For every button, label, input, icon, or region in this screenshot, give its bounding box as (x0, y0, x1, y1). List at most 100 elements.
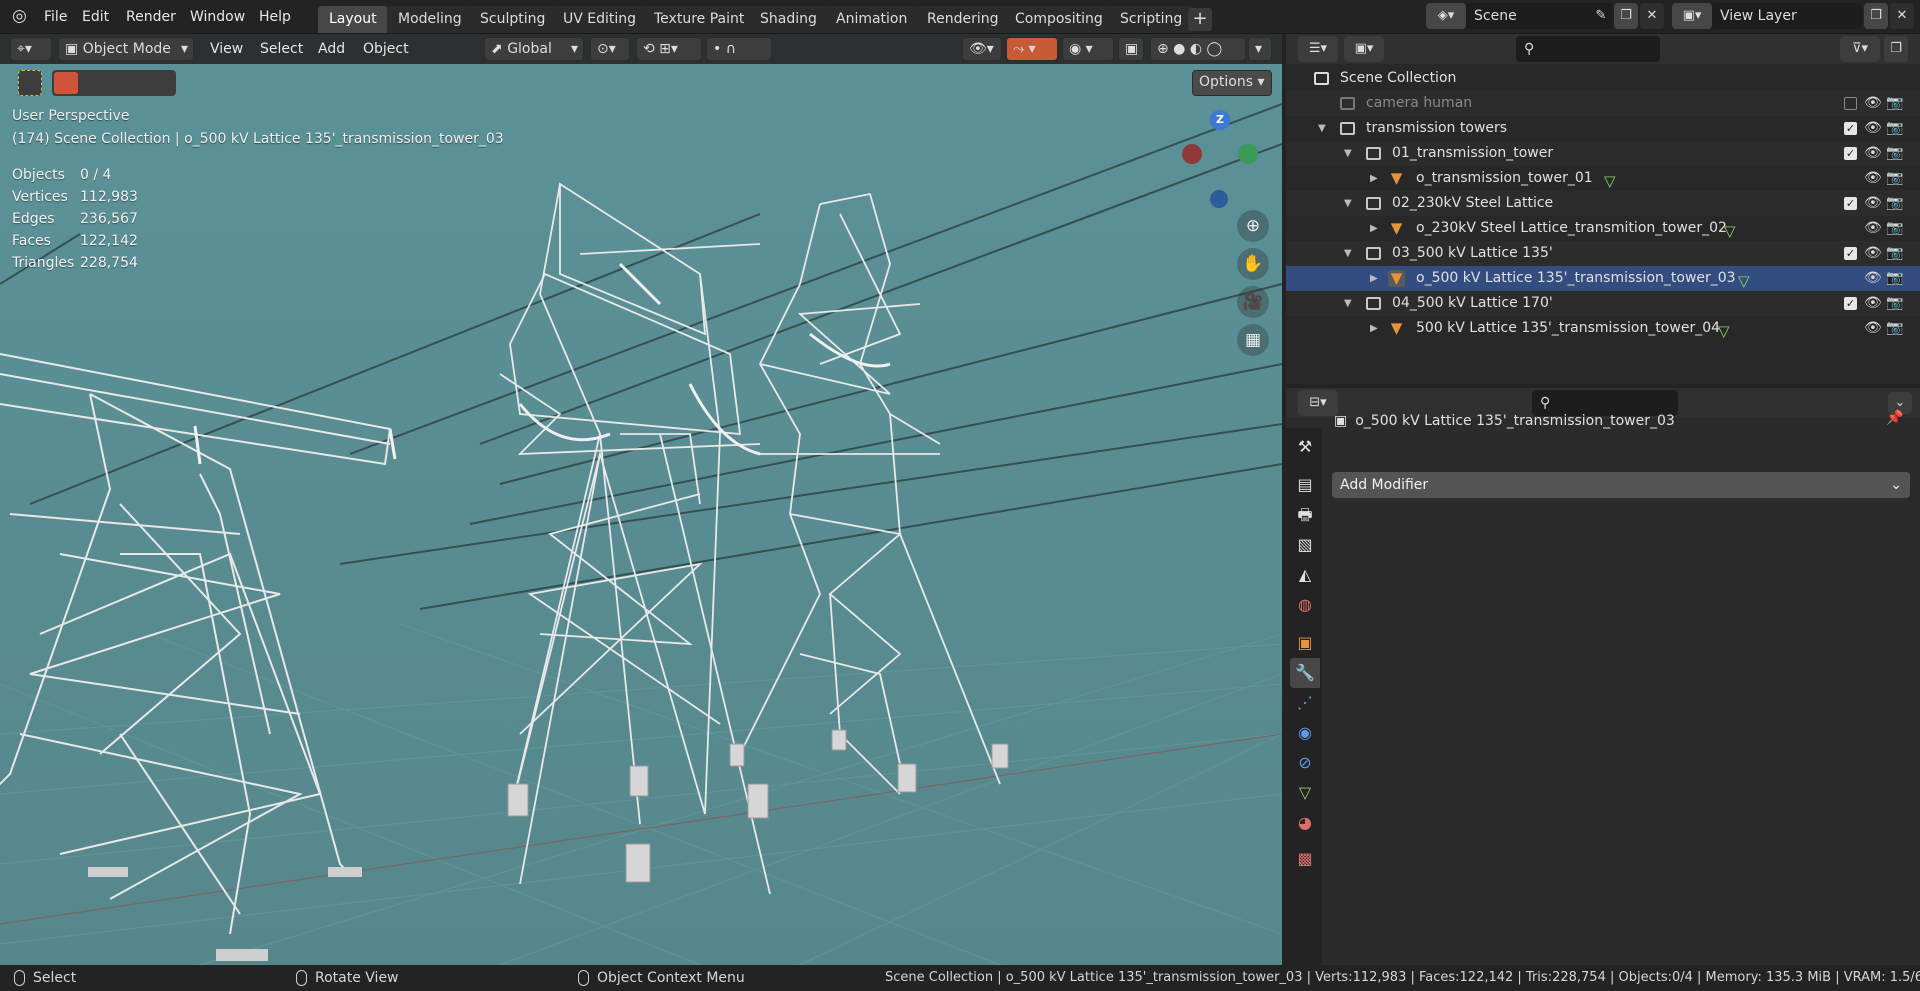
pan-hand-icon[interactable]: ✋ (1237, 248, 1269, 280)
render-camera-icon[interactable]: 📷 (1886, 191, 1903, 216)
expand-arrow-icon[interactable]: ▶ (1370, 166, 1378, 191)
tab-scripting[interactable]: Scripting (1109, 6, 1194, 33)
gizmo-neg-x-axis[interactable] (1182, 144, 1202, 164)
render-camera-icon[interactable]: 📷 (1886, 241, 1903, 266)
gizmo-neg-z-axis[interactable] (1210, 190, 1228, 208)
display-mode-button[interactable]: ▣▾ (1344, 36, 1384, 62)
render-camera-icon[interactable]: 📷 (1886, 141, 1903, 166)
transform-orientation-dropdown[interactable]: ⬈ Global ▾ (484, 37, 584, 61)
tab-animation[interactable]: Animation (825, 6, 919, 33)
constraints-tab[interactable]: ⊘ (1290, 748, 1320, 778)
eye-icon[interactable]: 👁 (1864, 216, 1882, 241)
scene-browse-icon[interactable]: ◈▾ (1426, 3, 1466, 29)
blender-logo-icon[interactable]: ◎ (12, 6, 34, 26)
editor-type-button[interactable]: ⌖▾ (10, 37, 52, 61)
select-tool-icon[interactable] (18, 70, 42, 96)
menu-add[interactable]: Add (318, 37, 345, 61)
view-layer-browse-icon[interactable]: ▣▾ (1672, 3, 1712, 29)
snap-button[interactable]: ⟲ ⊞▾ (636, 37, 702, 61)
menu-edit[interactable]: Edit (82, 6, 109, 28)
options-button[interactable]: Options ▾ (1192, 70, 1272, 96)
scene-tab[interactable]: ◭ (1290, 560, 1320, 590)
expand-arrow-icon[interactable]: ▶ (1370, 216, 1378, 241)
delete-scene-icon[interactable]: ✕ (1640, 3, 1664, 29)
render-camera-icon[interactable]: 📷 (1886, 166, 1903, 191)
outliner-search-input[interactable]: ⚲ (1516, 36, 1660, 62)
eye-icon[interactable]: 👁 (1864, 191, 1882, 216)
expand-arrow-icon[interactable]: ▼ (1344, 141, 1352, 166)
new-view-layer-icon[interactable]: ❐ (1864, 3, 1888, 29)
select-mode-buttons[interactable] (52, 70, 176, 96)
texture-tab[interactable]: ▩ (1290, 844, 1320, 874)
tab-texture-paint[interactable]: Texture Paint (643, 6, 756, 33)
tool-tab[interactable]: ⚒ (1290, 432, 1320, 462)
world-tab[interactable]: ◍ (1290, 590, 1320, 620)
add-workspace-button[interactable]: + (1188, 8, 1212, 31)
eye-icon[interactable]: 👁 (1864, 266, 1882, 291)
camera-view-icon[interactable]: 🎥 (1237, 286, 1269, 318)
outliner-row-object-02[interactable]: ▶ ▼ o_230kV Steel Lattice_transmition_to… (1286, 216, 1920, 241)
menu-help[interactable]: Help (259, 6, 291, 28)
outliner-row-collection-04[interactable]: ▼ 04_500 kV Lattice 170' ✓ 👁 📷 (1286, 291, 1920, 316)
editor-type-button[interactable]: ⊟▾ (1298, 390, 1338, 416)
pivot-point-button[interactable]: ⊙▾ (590, 37, 630, 61)
delete-view-layer-icon[interactable]: ✕ (1890, 3, 1914, 29)
menu-object[interactable]: Object (363, 37, 409, 61)
tab-sculpting[interactable]: Sculpting (469, 6, 557, 33)
data-tab[interactable]: ▽ (1290, 778, 1320, 808)
new-scene-icon[interactable]: ❐ (1614, 3, 1638, 29)
eye-icon[interactable]: 👁 (1864, 141, 1882, 166)
outliner-row-object-04[interactable]: ▶ ▼ 500 kV Lattice 135'_transmission_tow… (1286, 316, 1920, 341)
gizmo-y-axis[interactable] (1238, 144, 1258, 164)
menu-view[interactable]: View (210, 37, 243, 61)
mesh-data-icon[interactable]: ▽ (1718, 319, 1730, 344)
tab-uv-editing[interactable]: UV Editing (552, 6, 648, 33)
eye-icon[interactable]: 👁 (1864, 116, 1882, 141)
render-camera-icon[interactable]: 📷 (1886, 91, 1903, 116)
filter-icon[interactable]: ⊽▾ (1840, 36, 1880, 62)
menu-select[interactable]: Select (260, 37, 303, 61)
tab-shading[interactable]: Shading (749, 6, 828, 33)
render-camera-icon[interactable]: 📷 (1886, 291, 1903, 316)
exclude-checkbox[interactable] (1844, 97, 1857, 110)
pin-icon[interactable]: 📌 (1886, 410, 1903, 426)
perspective-grid-icon[interactable]: ▦ (1237, 324, 1269, 356)
expand-arrow-icon[interactable]: ▶ (1370, 316, 1378, 341)
render-camera-icon[interactable]: 📷 (1886, 216, 1903, 241)
exclude-checkbox[interactable]: ✓ (1844, 147, 1857, 160)
material-tab[interactable]: ◕ (1290, 808, 1320, 838)
eye-icon[interactable]: 👁 (1864, 291, 1882, 316)
eye-icon[interactable]: 👁 (1864, 166, 1882, 191)
xray-button[interactable]: ▣ (1118, 37, 1144, 61)
proportional-edit-button[interactable]: • ∩ (706, 37, 772, 61)
shading-options-button[interactable]: ▾ (1248, 37, 1272, 61)
outliner-row-collection-02[interactable]: ▼ 02_230kV Steel Lattice ✓ 👁 📷 (1286, 191, 1920, 216)
output-tab[interactable]: 🖶 (1290, 500, 1320, 530)
expand-arrow-icon[interactable]: ▼ (1344, 191, 1352, 216)
gizmo-toggle-button[interactable]: ⤳ ▾ (1006, 37, 1058, 61)
outliner-row-scene-collection[interactable]: Scene Collection (1286, 66, 1920, 91)
gizmo-z-axis[interactable]: Z (1210, 110, 1230, 130)
pin-icon[interactable]: ✎ (1590, 3, 1612, 29)
physics-tab[interactable]: ◉ (1290, 718, 1320, 748)
menu-file[interactable]: File (44, 6, 67, 28)
object-tab[interactable]: ▣ (1290, 628, 1320, 658)
modifier-tab[interactable]: 🔧 (1290, 658, 1320, 688)
outliner-row-object-01[interactable]: ▶ ▼ o_transmission_tower_01 ▽ 👁 📷 (1286, 166, 1920, 191)
exclude-checkbox[interactable]: ✓ (1844, 297, 1857, 310)
tab-compositing[interactable]: Compositing (1004, 6, 1114, 33)
outliner-row-object-03[interactable]: ▶ ▼ o_500 kV Lattice 135'_transmission_t… (1286, 266, 1920, 291)
particles-tab[interactable]: ⋰ (1290, 688, 1320, 718)
shading-mode-buttons[interactable]: ⊕ ● ◐ ◯ (1150, 37, 1246, 61)
outliner-row-collection-01[interactable]: ▼ 01_transmission_tower ✓ 👁 📷 (1286, 141, 1920, 166)
exclude-checkbox[interactable]: ✓ (1844, 122, 1857, 135)
outliner-row-transmission-towers[interactable]: ▼ transmission towers ✓ 👁 📷 (1286, 116, 1920, 141)
exclude-checkbox[interactable]: ✓ (1844, 197, 1857, 210)
menu-render[interactable]: Render (126, 6, 176, 28)
outliner-row-collection-03[interactable]: ▼ 03_500 kV Lattice 135' ✓ 👁 📷 (1286, 241, 1920, 266)
3d-viewport[interactable]: ⌖▾ ▣ Object Mode ▾ View Select Add Object… (0, 34, 1282, 965)
eye-icon[interactable]: 👁 (1864, 91, 1882, 116)
tab-rendering[interactable]: Rendering (916, 6, 1010, 33)
render-camera-icon[interactable]: 📷 (1886, 316, 1903, 341)
visibility-button[interactable]: 👁▾ (962, 37, 1002, 61)
